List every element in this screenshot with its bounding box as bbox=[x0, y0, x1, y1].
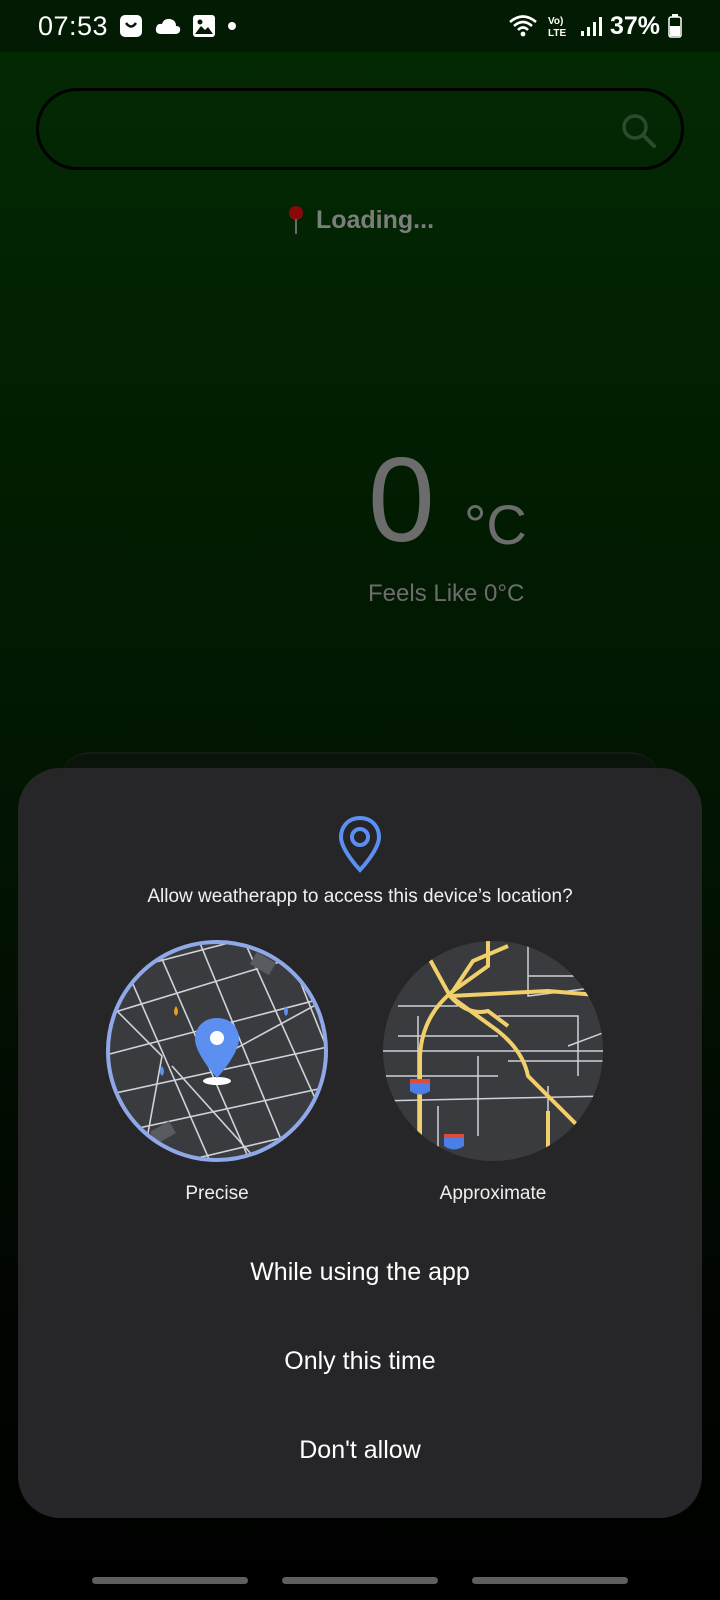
image-icon bbox=[193, 15, 216, 37]
cloud-icon bbox=[155, 18, 181, 34]
nav-recents-handle[interactable] bbox=[92, 1576, 248, 1584]
search-input[interactable] bbox=[69, 109, 609, 149]
dialog-title: Allow weatherapp to access this device’s… bbox=[147, 886, 573, 907]
status-bar: 07:53 Vo) LTE 37% bbox=[0, 0, 720, 52]
precise-option[interactable]: Precise bbox=[102, 936, 332, 1205]
location-pin-icon bbox=[288, 206, 303, 234]
approximate-label: Approximate bbox=[439, 1183, 547, 1204]
wifi-icon bbox=[509, 15, 537, 37]
shopping-bag-icon bbox=[120, 15, 143, 37]
battery-percent: 37% bbox=[609, 11, 660, 40]
svg-text:Vo): Vo) bbox=[548, 16, 563, 27]
location-icon bbox=[338, 815, 382, 873]
feels-like-text: Feels Like 0°C bbox=[368, 580, 525, 607]
volte-icon: Vo)LTE bbox=[548, 16, 566, 39]
nav-back-handle[interactable] bbox=[472, 1576, 628, 1584]
approximate-map-icon bbox=[383, 941, 603, 1161]
location-text: Loading... bbox=[315, 205, 435, 234]
svg-text:LTE: LTE bbox=[548, 28, 566, 39]
precise-label: Precise bbox=[185, 1183, 249, 1204]
notification-dot-icon bbox=[228, 22, 237, 30]
temperature-value: 0 bbox=[368, 433, 435, 567]
location-row: Loading... bbox=[0, 205, 720, 235]
signal-icon bbox=[580, 17, 602, 36]
battery-icon bbox=[668, 14, 682, 38]
temperature-unit: °C bbox=[464, 493, 527, 556]
search-bar[interactable] bbox=[36, 88, 684, 170]
dont-allow-button[interactable]: Don't allow bbox=[18, 1420, 702, 1480]
temperature-display: 0 °C bbox=[368, 440, 527, 560]
search-icon[interactable] bbox=[619, 111, 659, 151]
nav-home-handle[interactable] bbox=[282, 1576, 438, 1584]
only-this-time-button[interactable]: Only this time bbox=[18, 1331, 702, 1391]
precise-map-icon bbox=[106, 940, 328, 1162]
approximate-option[interactable]: Approximate bbox=[378, 936, 608, 1205]
while-using-app-button[interactable]: While using the app bbox=[18, 1242, 702, 1302]
navigation-bar bbox=[0, 1560, 720, 1600]
status-time: 07:53 bbox=[38, 10, 109, 41]
location-permission-dialog: Allow weatherapp to access this device’s… bbox=[18, 768, 702, 1518]
